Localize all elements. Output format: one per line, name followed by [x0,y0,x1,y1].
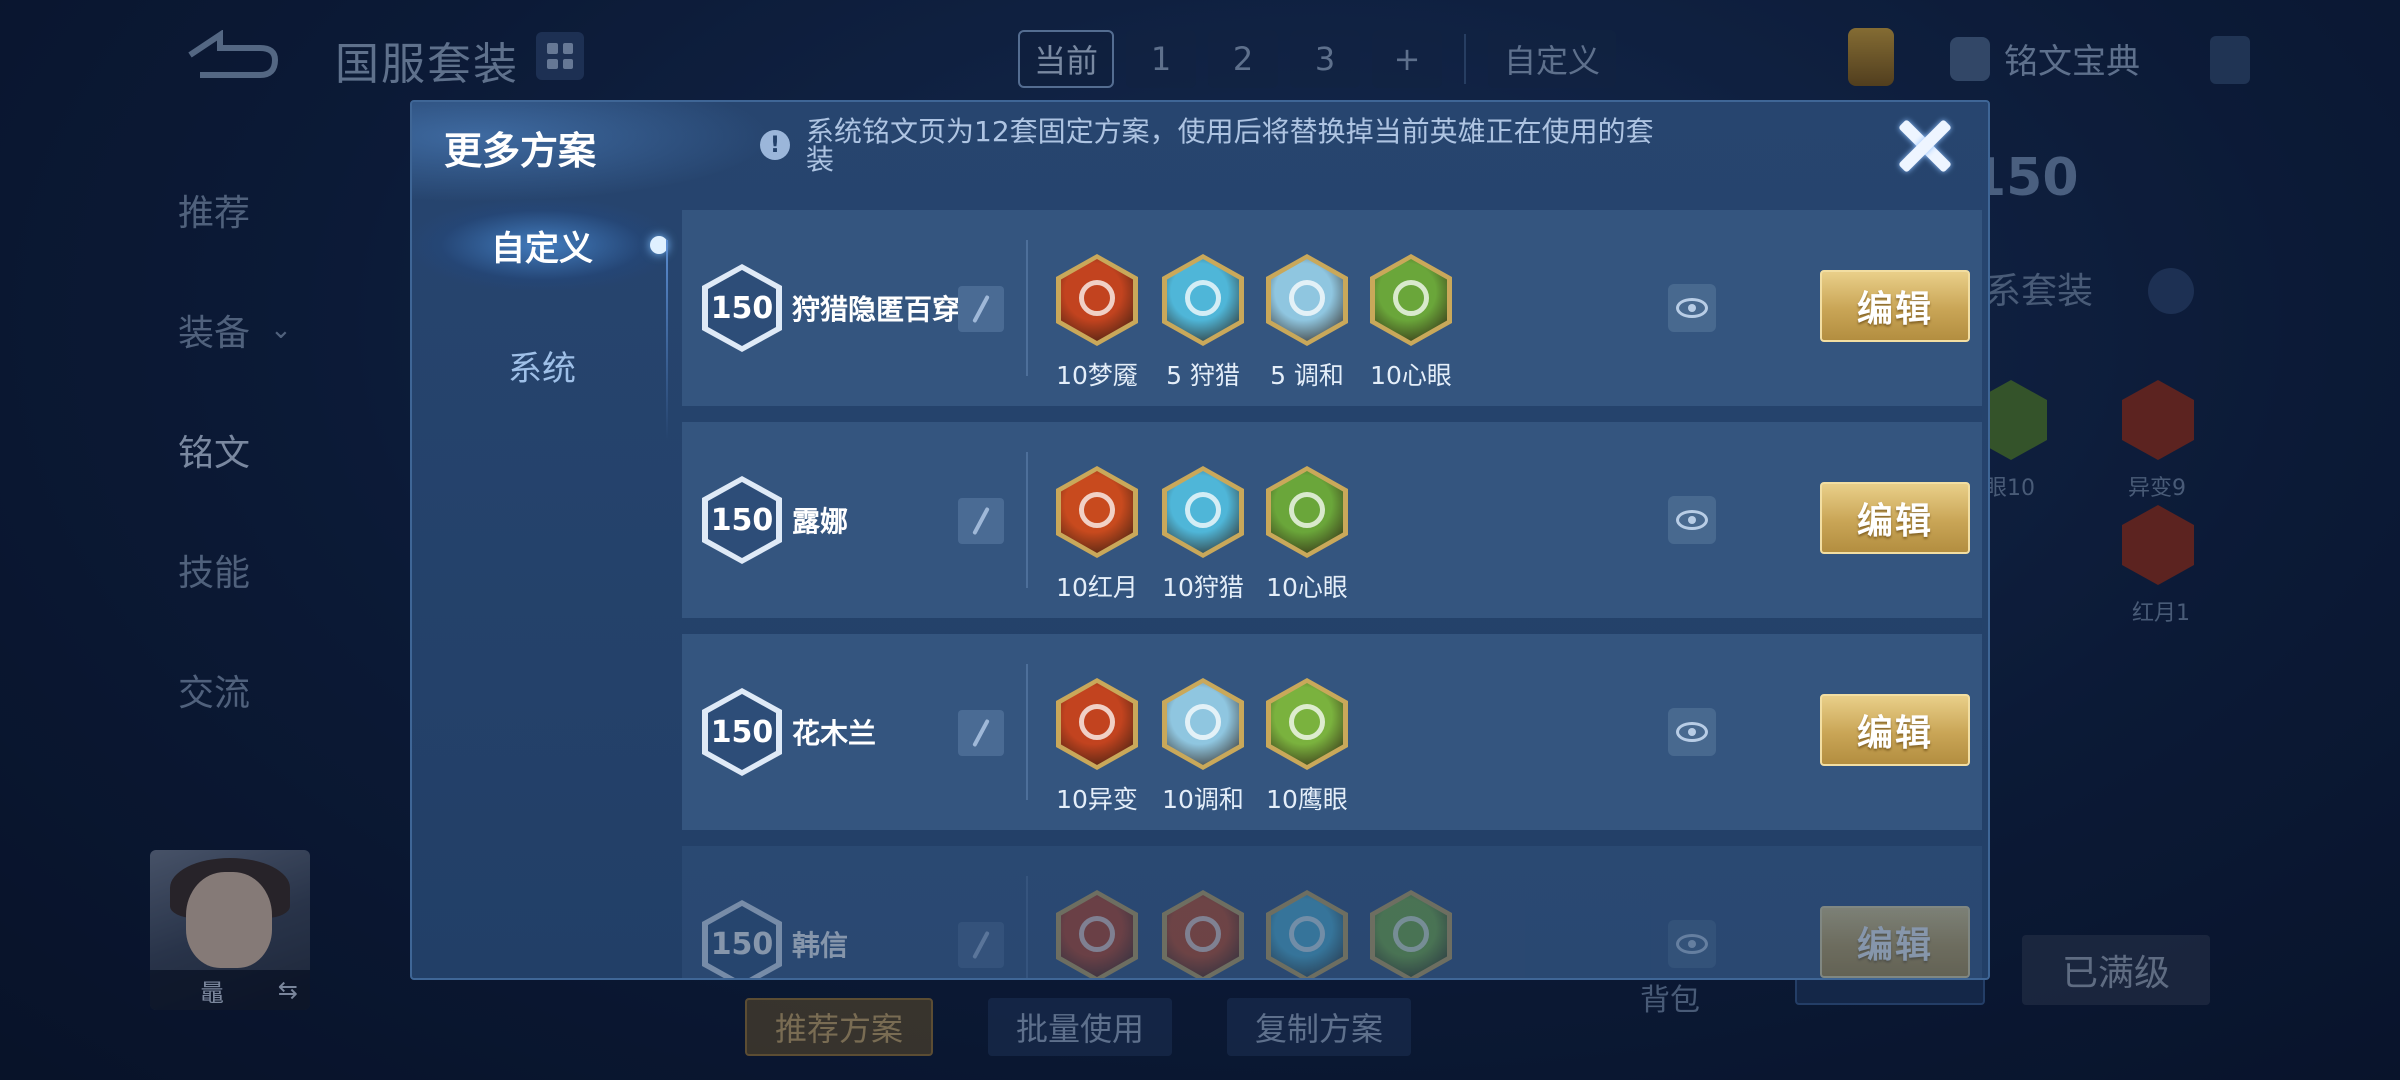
rune-count-label: 5 狩猎 [1166,361,1240,390]
preview-eye-icon[interactable] [1668,920,1716,968]
rune-count-label: 10狩猎 [1162,573,1244,602]
plan-name: 狩猎隐匿百穿 [792,293,961,326]
rune-icon [1162,254,1244,346]
row-divider [1026,452,1028,588]
rename-icon[interactable] [958,710,1004,756]
edit-button[interactable]: 编辑 [1820,694,1970,766]
info-icon: ! [760,130,790,160]
edit-button[interactable]: 编辑 [1820,482,1970,554]
plan-list[interactable]: 150 狩猎隐匿百穿 10梦魇 5 狩猎 5 调和 10心眼 编辑 150 露娜… [682,210,1982,978]
rune-icon [1162,678,1244,770]
plan-name: 韩信 [792,929,849,962]
rune-count-label: 10心眼 [1266,573,1348,602]
rune-icon [1056,890,1138,978]
row-divider [1026,876,1028,978]
edit-button[interactable]: 编辑 [1820,270,1970,342]
level-badge: 150 [702,264,782,352]
rune-count-label: 10梦魇 [1056,361,1138,390]
plan-category-tabs: 自定义 系统 [412,200,672,978]
rune-count-label: 10异变 [1056,785,1138,814]
dialog-title: 更多方案 [444,129,597,173]
plan-row: 150 露娜 10红月 10狩猎 10心眼 编辑 [682,422,1982,618]
rune-icon [1266,678,1348,770]
row-divider [1026,240,1028,376]
rune-icon [1162,466,1244,558]
rune-icon [1266,890,1348,978]
close-button[interactable] [1895,116,1955,176]
rune-count-label: 10红月 [1056,573,1138,602]
rune-count-label: 5 调和 [1270,361,1344,390]
tab-divider [666,240,668,440]
rune-icon [1056,678,1138,770]
plan-row: 150 狩猎隐匿百穿 10梦魇 5 狩猎 5 调和 10心眼 编辑 [682,210,1982,406]
rename-icon[interactable] [958,498,1004,544]
plan-row: 150 韩信 编辑 [682,846,1982,978]
tab-custom-plans[interactable]: 自定义 [412,200,672,290]
preview-eye-icon[interactable] [1668,284,1716,332]
notice-text: 系统铭文页为12套固定方案，使用后将替换掉当前英雄正在使用的套装 [806,115,1654,176]
rune-count-label: 10心眼 [1370,361,1452,390]
row-divider [1026,664,1028,800]
rune-icon [1266,466,1348,558]
plan-name: 露娜 [792,505,849,538]
notice: ! 系统铭文页为12套固定方案，使用后将替换掉当前英雄正在使用的套装 [760,118,1660,174]
level-badge: 150 [702,688,782,776]
preview-eye-icon[interactable] [1668,708,1716,756]
tab-system-plans[interactable]: 系统 [412,320,672,410]
more-plans-dialog: 更多方案 ! 系统铭文页为12套固定方案，使用后将替换掉当前英雄正在使用的套装 … [410,100,1990,980]
level-badge: 150 [702,476,782,564]
rune-count-label: 10鹰眼 [1266,785,1348,814]
level-badge: 150 [702,900,782,978]
rune-icon [1056,466,1138,558]
rune-count-label: 10调和 [1162,785,1244,814]
rune-icon [1370,254,1452,346]
rename-icon[interactable] [958,922,1004,968]
preview-eye-icon[interactable] [1668,496,1716,544]
rune-icon [1056,254,1138,346]
rune-icon [1370,890,1452,978]
plan-row: 150 花木兰 10异变 10调和 10鹰眼 编辑 [682,634,1982,830]
edit-button[interactable]: 编辑 [1820,906,1970,978]
rename-icon[interactable] [958,286,1004,332]
rune-icon [1266,254,1348,346]
rune-icon [1162,890,1244,978]
plan-name: 花木兰 [792,717,877,750]
